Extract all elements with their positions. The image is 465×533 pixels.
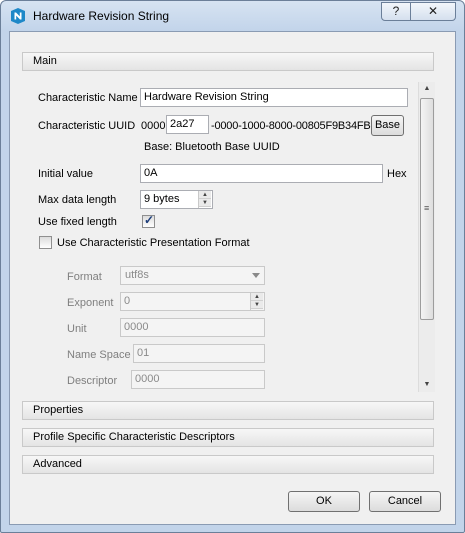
characteristic-name-label: Characteristic Name: [38, 92, 138, 104]
spin-down-icon[interactable]: ▼: [199, 199, 211, 207]
base-button[interactable]: Base: [371, 115, 404, 136]
chevron-down-icon: [252, 273, 260, 278]
title-bar[interactable]: Hardware Revision String ? ✕: [1, 1, 464, 31]
close-button[interactable]: ✕: [410, 2, 456, 21]
max-length-spinner[interactable]: ▲ ▼: [198, 191, 211, 208]
section-properties-header[interactable]: Properties: [22, 401, 434, 420]
base-uuid-note: Base: Bluetooth Base UUID: [144, 141, 280, 153]
main-scrollbar[interactable]: ▲ ≡ ▼: [418, 82, 435, 392]
use-cpf-checkbox[interactable]: [39, 236, 52, 249]
exponent-value: 0: [124, 295, 131, 307]
scroll-up-icon[interactable]: ▲: [419, 82, 435, 96]
scroll-down-icon[interactable]: ▼: [419, 378, 435, 392]
cancel-button[interactable]: Cancel: [369, 491, 441, 512]
exponent-stepper[interactable]: 0: [120, 292, 265, 311]
name-space-input[interactable]: 01: [133, 344, 265, 363]
uuid-suffix-text: -0000-1000-8000-00805F9B34FB: [211, 120, 371, 132]
help-button[interactable]: ?: [381, 2, 411, 21]
app-logo-icon: [11, 8, 25, 24]
uuid-input[interactable]: 2a27: [166, 115, 209, 134]
unit-input[interactable]: 0000: [120, 318, 265, 337]
initial-value-label: Initial value: [38, 168, 94, 180]
hex-unit-label: Hex: [387, 168, 407, 180]
characteristic-name-input[interactable]: Hardware Revision String: [140, 88, 408, 107]
window-title: Hardware Revision String: [33, 9, 170, 23]
spin-up-icon[interactable]: ▲: [251, 293, 263, 301]
characteristic-uuid-label: Characteristic UUID: [38, 120, 136, 132]
descriptor-label: Descriptor: [67, 375, 118, 387]
initial-value-input[interactable]: 0A: [140, 164, 383, 183]
format-select[interactable]: utf8s: [120, 266, 265, 285]
grip-icon: ≡: [424, 203, 430, 213]
descriptor-input[interactable]: 0000: [131, 370, 265, 389]
exponent-spinner[interactable]: ▲ ▼: [250, 293, 263, 310]
exponent-label: Exponent: [67, 297, 114, 309]
ok-button[interactable]: OK: [288, 491, 360, 512]
section-advanced-header[interactable]: Advanced: [22, 455, 434, 474]
use-fixed-length-label: Use fixed length: [38, 216, 117, 228]
section-main-header[interactable]: Main: [22, 52, 434, 71]
max-data-length-value: 9 bytes: [144, 193, 180, 205]
spin-down-icon[interactable]: ▼: [251, 301, 263, 309]
spin-up-icon[interactable]: ▲: [199, 191, 211, 199]
name-space-label: Name Space: [67, 349, 131, 361]
uuid-prefix-text: 0000: [141, 120, 166, 132]
format-value: utf8s: [125, 269, 149, 281]
format-label: Format: [67, 271, 102, 283]
max-data-length-label: Max data length: [38, 194, 117, 206]
unit-label: Unit: [67, 323, 87, 335]
scrollbar-thumb[interactable]: ≡: [420, 98, 434, 320]
section-profile-descriptors-header[interactable]: Profile Specific Characteristic Descript…: [22, 428, 434, 447]
use-cpf-label: Use Characteristic Presentation Format: [57, 237, 250, 249]
use-fixed-length-checkbox[interactable]: [142, 213, 155, 228]
